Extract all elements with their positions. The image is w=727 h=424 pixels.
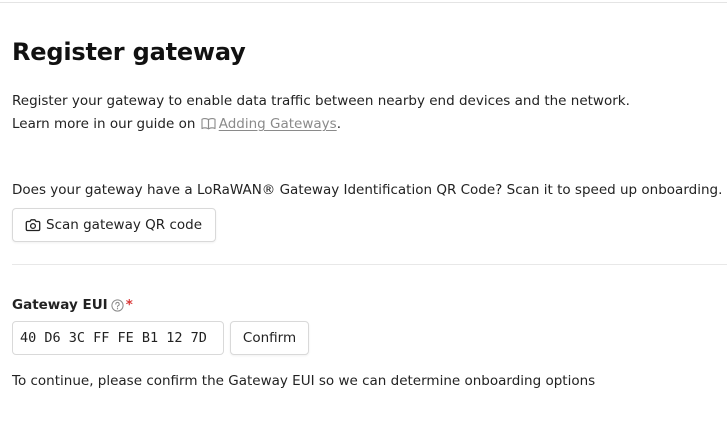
- camera-icon: [25, 219, 41, 232]
- scan-qr-button-label: Scan gateway QR code: [46, 217, 203, 233]
- gateway-eui-label: Gateway EUI *: [12, 297, 133, 313]
- help-circle-icon[interactable]: [111, 298, 124, 312]
- book-icon: [201, 118, 216, 130]
- guide-line-prefix: Learn more in our guide on: [12, 116, 196, 132]
- confirm-button[interactable]: Confirm: [230, 321, 309, 355]
- qr-code-question: Does your gateway have a LoRaWAN® Gatewa…: [12, 182, 723, 198]
- confirm-eui-note: To continue, please confirm the Gateway …: [12, 373, 596, 389]
- guide-line: Learn more in our guide on Adding Gatewa…: [12, 116, 341, 132]
- gateway-eui-label-text: Gateway EUI: [12, 297, 108, 313]
- scan-qr-button[interactable]: Scan gateway QR code: [12, 208, 217, 242]
- guide-line-suffix: .: [336, 116, 341, 132]
- register-gateway-page: Register gateway Register your gateway t…: [0, 0, 727, 424]
- intro-text: Register your gateway to enable data tra…: [12, 93, 630, 109]
- gateway-eui-input[interactable]: [12, 321, 224, 355]
- top-divider: [0, 2, 727, 3]
- section-divider: [12, 264, 727, 265]
- adding-gateways-link[interactable]: Adding Gateways: [219, 116, 337, 132]
- required-marker: *: [125, 297, 133, 313]
- page-title: Register gateway: [12, 38, 246, 66]
